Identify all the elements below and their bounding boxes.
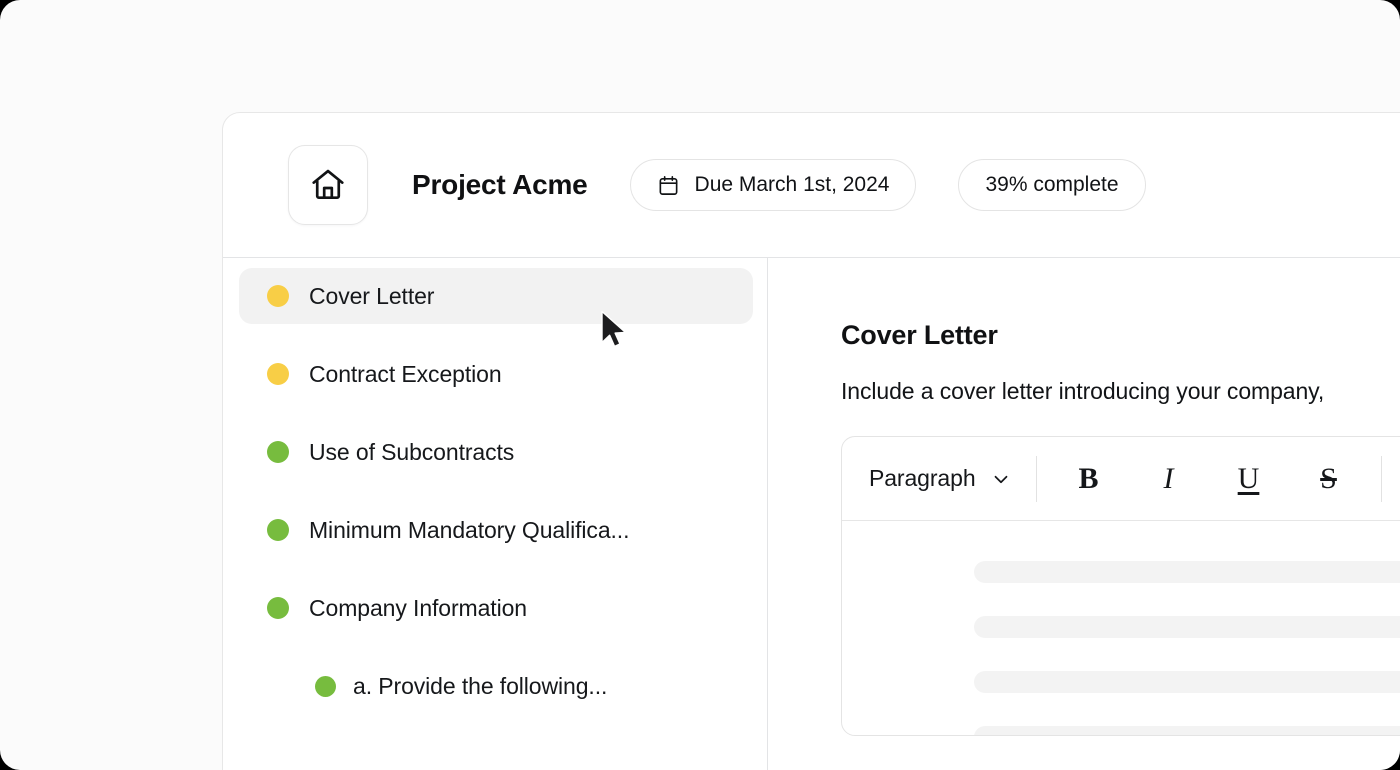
toolbar-divider	[1035, 455, 1037, 502]
window-body: Cover Letter Contract Exception Use of S…	[223, 258, 1400, 770]
sidebar-item-use-of-subcontracts[interactable]: Use of Subcontracts	[239, 424, 753, 480]
status-dot-icon	[267, 285, 289, 307]
section-list-sidebar: Cover Letter Contract Exception Use of S…	[223, 258, 768, 770]
due-date-badge[interactable]: Due March 1st, 2024	[629, 159, 917, 211]
due-date-label: Due March 1st, 2024	[694, 173, 890, 196]
underline-button[interactable]: U	[1221, 451, 1277, 507]
sidebar-item-label: Use of Subcontracts	[309, 438, 515, 465]
toolbar-divider	[1380, 455, 1382, 502]
chevron-down-icon	[990, 468, 1012, 490]
paragraph-style-select[interactable]: Paragraph	[869, 465, 1012, 492]
sidebar-item-label: Company Information	[309, 594, 527, 621]
status-dot-icon	[267, 519, 289, 541]
app-page: Project Acme Due March 1st, 2024 39% com…	[0, 0, 1400, 770]
editor-toolbar: Paragraph B I U S	[842, 437, 1400, 521]
project-window: Project Acme Due March 1st, 2024 39% com…	[222, 112, 1400, 770]
status-dot-icon	[267, 441, 289, 463]
bold-button[interactable]: B	[1061, 451, 1117, 507]
rich-text-editor: Paragraph B I U S	[841, 436, 1400, 736]
section-title: Cover Letter	[841, 320, 998, 350]
content-placeholder-line	[974, 616, 1400, 638]
section-detail-panel: Cover Letter Include a cover letter intr…	[768, 258, 1400, 770]
sidebar-item-label: Minimum Mandatory Qualifica...	[309, 516, 630, 543]
status-dot-icon	[267, 597, 289, 619]
section-description: Include a cover letter introducing your …	[841, 378, 1325, 404]
sidebar-item-contract-exception[interactable]: Contract Exception	[239, 346, 753, 402]
content-placeholder-line	[974, 726, 1400, 735]
calendar-icon	[657, 174, 680, 197]
sidebar-item-label: a. Provide the following...	[353, 672, 608, 699]
page-title: Project Acme	[412, 169, 588, 200]
sidebar-item-cover-letter[interactable]: Cover Letter	[239, 268, 753, 324]
progress-badge[interactable]: 39% complete	[958, 159, 1146, 211]
sidebar-item-minimum-mandatory-qualifications[interactable]: Minimum Mandatory Qualifica...	[239, 502, 753, 558]
home-button[interactable]	[288, 145, 368, 225]
home-icon	[309, 166, 347, 204]
window-header: Project Acme Due March 1st, 2024 39% com…	[223, 113, 1400, 258]
paragraph-style-value: Paragraph	[869, 465, 976, 491]
status-dot-icon	[315, 675, 336, 697]
status-dot-icon	[267, 363, 289, 385]
italic-button[interactable]: I	[1141, 451, 1197, 507]
strikethrough-button[interactable]: S	[1301, 451, 1357, 507]
progress-label: 39% complete	[985, 173, 1119, 196]
content-placeholder-line	[974, 671, 1400, 693]
editor-content-area[interactable]	[842, 521, 1400, 735]
sidebar-item-label: Cover Letter	[309, 282, 435, 309]
sidebar-item-label: Contract Exception	[309, 360, 502, 387]
sidebar-subitem-provide-the-following[interactable]: a. Provide the following...	[239, 658, 753, 714]
sidebar-item-company-information[interactable]: Company Information	[239, 580, 753, 636]
content-placeholder-line	[974, 561, 1400, 583]
